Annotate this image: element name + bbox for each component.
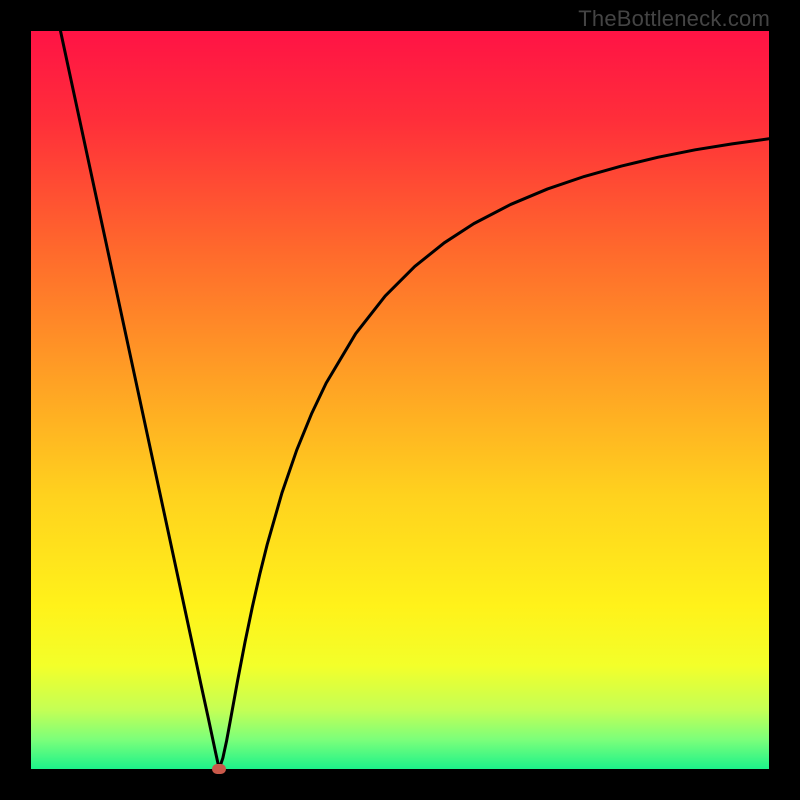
optimal-point-marker	[212, 764, 226, 774]
chart-frame	[31, 31, 769, 769]
chart-background	[31, 31, 769, 769]
bottleneck-chart	[31, 31, 769, 769]
watermark-label: TheBottleneck.com	[578, 6, 770, 32]
